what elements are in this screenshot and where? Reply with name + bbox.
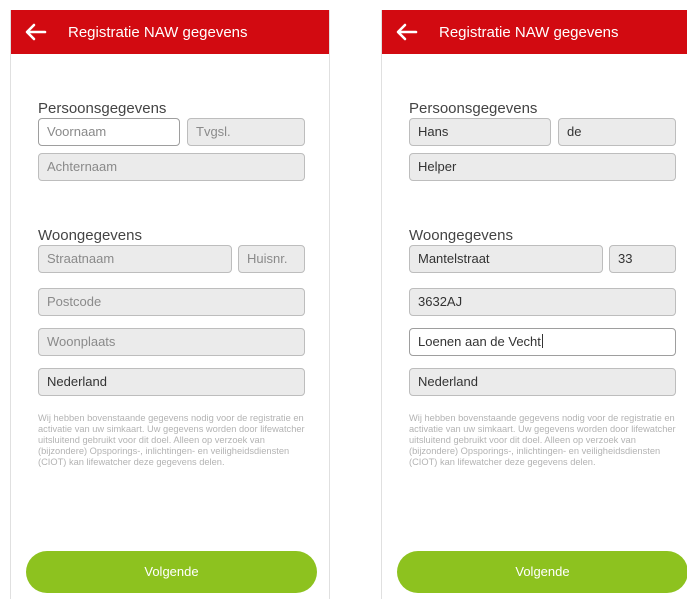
woongegevens-heading: Woongegevens: [38, 227, 142, 244]
achternaam-field[interactable]: Achternaam: [38, 153, 305, 181]
back-arrow-icon[interactable]: [23, 19, 49, 45]
woonplaats-field[interactable]: Loenen aan de Vecht: [409, 328, 676, 356]
huisnummer-field[interactable]: 33: [609, 245, 676, 273]
land-value: Nederland: [418, 374, 478, 389]
achternaam-field[interactable]: Helper: [409, 153, 676, 181]
huisnummer-placeholder: Huisnr.: [247, 251, 288, 266]
volgende-label: Volgende: [144, 564, 199, 579]
volgende-button[interactable]: Volgende: [397, 551, 687, 593]
tussenvoegsel-placeholder: Tvgsl.: [196, 124, 231, 139]
achternaam-placeholder: Achternaam: [47, 159, 118, 174]
persoonsgegevens-heading: Persoonsgegevens: [409, 100, 538, 117]
voornaam-placeholder: Voornaam: [47, 124, 107, 139]
page-title: Registratie NAW gegevens: [439, 24, 619, 41]
postcode-value: 3632AJ: [418, 294, 463, 309]
volgende-label: Volgende: [515, 564, 570, 579]
voornaam-value: Hans: [418, 124, 449, 139]
land-field[interactable]: Nederland: [409, 368, 676, 396]
postcode-field[interactable]: Postcode: [38, 288, 305, 316]
land-field[interactable]: Nederland: [38, 368, 305, 396]
tussenvoegsel-field[interactable]: Tvgsl.: [187, 118, 305, 146]
persoonsgegevens-heading: Persoonsgegevens: [38, 100, 167, 117]
huisnummer-value: 33: [618, 251, 633, 266]
postcode-field[interactable]: 3632AJ: [409, 288, 676, 316]
postcode-placeholder: Postcode: [47, 294, 102, 309]
achternaam-value: Helper: [418, 159, 457, 174]
woonplaats-value: Loenen aan de Vecht: [418, 334, 541, 349]
tussenvoegsel-field[interactable]: de: [558, 118, 676, 146]
land-value: Nederland: [47, 374, 107, 389]
voornaam-field[interactable]: Voornaam: [38, 118, 180, 146]
straatnaam-field[interactable]: Mantelstraat: [409, 245, 603, 273]
huisnummer-field[interactable]: Huisnr.: [238, 245, 305, 273]
privacy-disclaimer: Wij hebben bovenstaande gegevens nodig v…: [38, 413, 305, 467]
app-bar: Registratie NAW gegevens: [11, 10, 329, 54]
voornaam-field[interactable]: Hans: [409, 118, 551, 146]
straatnaam-placeholder: Straatnaam: [47, 251, 115, 266]
privacy-disclaimer: Wij hebben bovenstaande gegevens nodig v…: [409, 413, 676, 467]
straatnaam-value: Mantelstraat: [418, 251, 490, 266]
volgende-button[interactable]: Volgende: [26, 551, 317, 593]
woonplaats-field[interactable]: Woonplaats: [38, 328, 305, 356]
page-title: Registratie NAW gegevens: [68, 24, 248, 41]
registration-screen-filled: Registratie NAW gegevens Persoonsgegeven…: [381, 10, 687, 599]
back-arrow-icon[interactable]: [394, 19, 420, 45]
app-bar: Registratie NAW gegevens: [382, 10, 687, 54]
woonplaats-placeholder: Woonplaats: [47, 334, 116, 349]
straatnaam-field[interactable]: Straatnaam: [38, 245, 232, 273]
registration-screen-empty: Registratie NAW gegevens Persoonsgegeven…: [10, 10, 330, 599]
woongegevens-heading: Woongegevens: [409, 227, 513, 244]
tussenvoegsel-value: de: [567, 124, 582, 139]
